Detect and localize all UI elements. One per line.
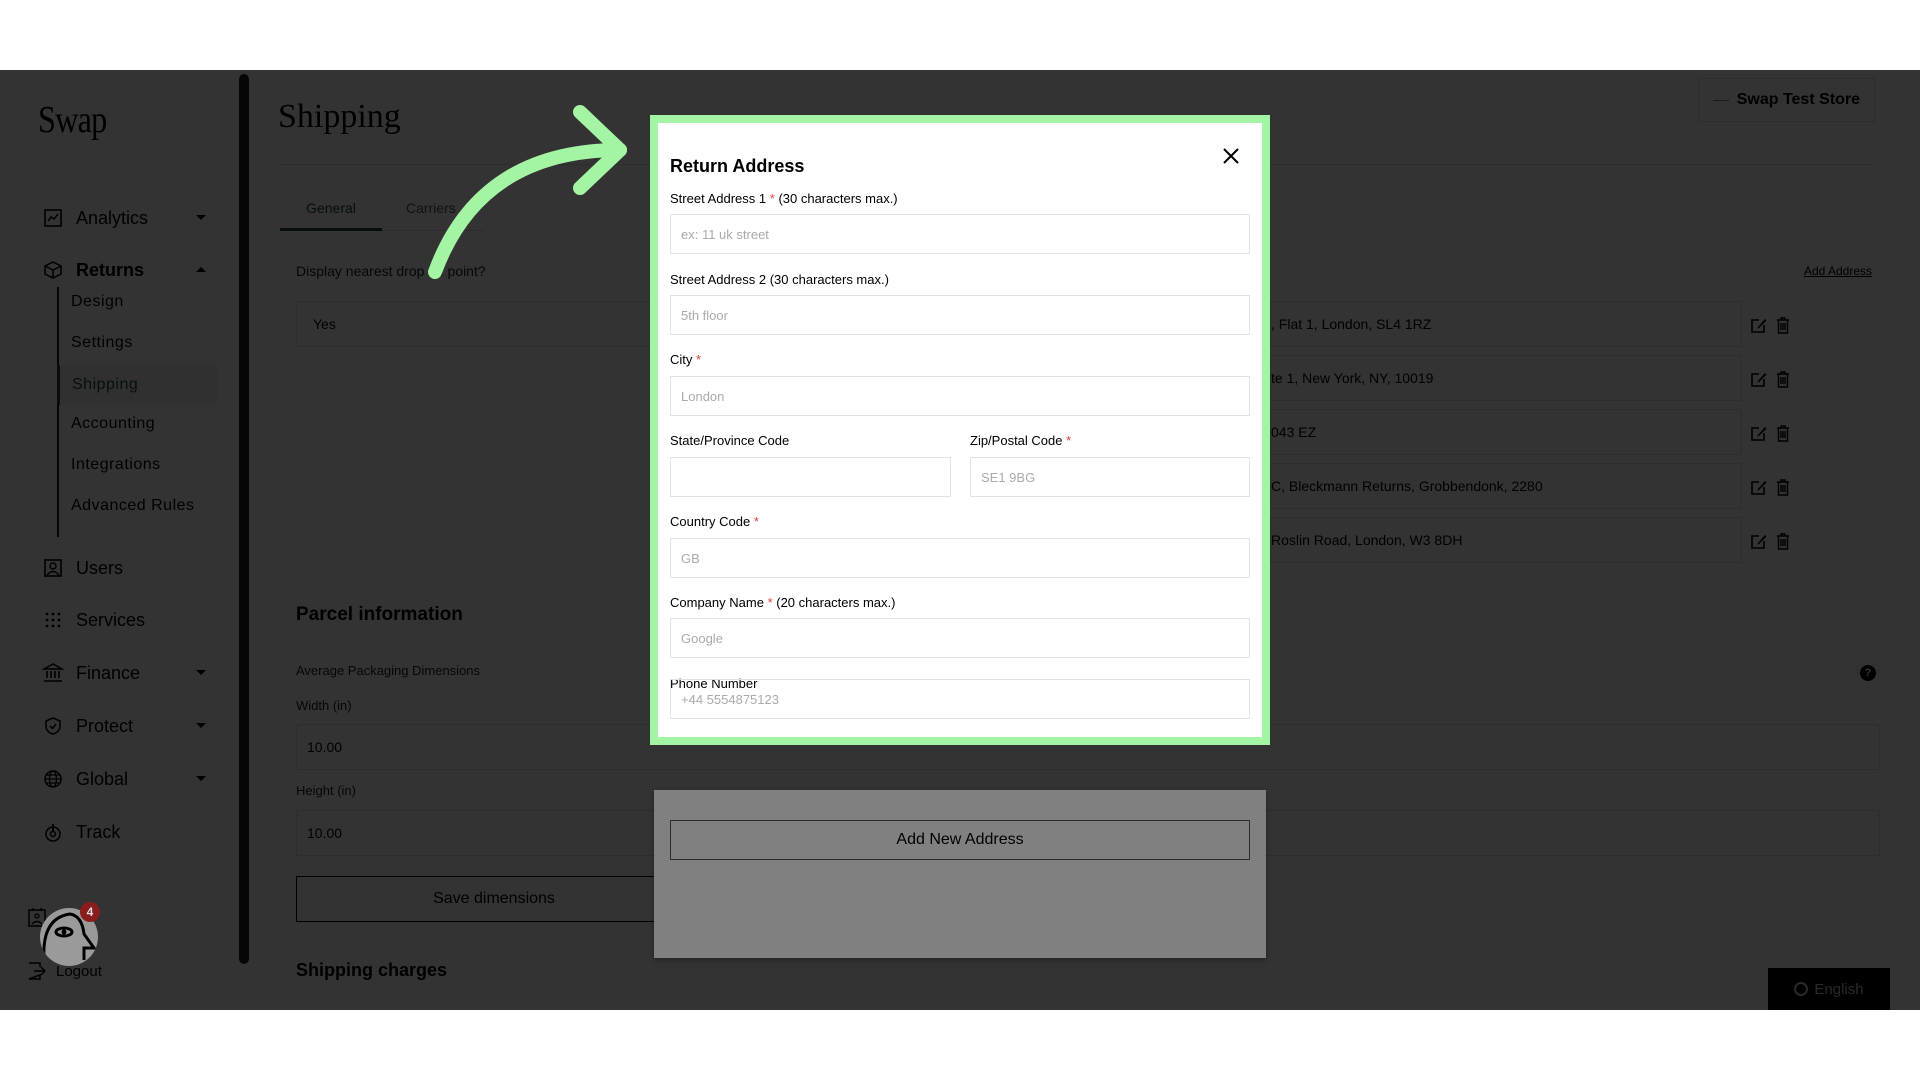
modal-footer: Add New Address (654, 790, 1266, 958)
return-address-modal: Return Address Street Address 1 * (30 ch… (658, 123, 1262, 737)
state-input[interactable] (670, 457, 951, 497)
zip-label-text: Zip/Postal Code (970, 433, 1063, 448)
company-input[interactable]: Google (670, 618, 1250, 658)
required-mark: * (753, 514, 759, 529)
street1-label: Street Address 1 * (30 characters max.) (670, 191, 898, 206)
zip-label: Zip/Postal Code * (970, 433, 1071, 448)
required-mark: * (696, 352, 702, 367)
country-input[interactable]: GB (670, 538, 1250, 578)
street2-input[interactable]: 5th floor (670, 295, 1250, 335)
city-label-text: City (670, 352, 693, 367)
street1-note: (30 characters max.) (778, 191, 898, 206)
notification-badge: 4 (80, 902, 100, 922)
company-label: Company Name * (20 characters max.) (670, 595, 895, 610)
company-label-text: Company Name (670, 595, 764, 610)
city-input[interactable]: London (670, 376, 1250, 416)
street2-label: Street Address 2 (30 characters max.) (670, 272, 889, 287)
company-note: (20 characters max.) (776, 595, 896, 610)
country-label: Country Code * (670, 514, 759, 529)
required-mark: * (1066, 433, 1072, 448)
screen: Swap Analytics Returns Design Settings S… (0, 70, 1920, 1010)
add-new-address-button[interactable]: Add New Address (670, 820, 1250, 860)
country-label-text: Country Code (670, 514, 751, 529)
street1-input[interactable]: ex: 11 uk street (670, 214, 1250, 254)
zip-input[interactable]: SE1 9BG (970, 457, 1250, 497)
required-mark: * (769, 191, 775, 206)
city-label: City * (670, 352, 701, 367)
street1-label-text: Street Address 1 (670, 191, 767, 206)
phone-input[interactable]: +44 5554875123 (670, 679, 1250, 719)
close-icon[interactable] (1220, 145, 1242, 167)
annotation-arrow-icon (428, 105, 627, 279)
required-mark: * (767, 595, 773, 610)
modal-title: Return Address (670, 156, 805, 176)
state-label: State/Province Code (670, 433, 790, 448)
